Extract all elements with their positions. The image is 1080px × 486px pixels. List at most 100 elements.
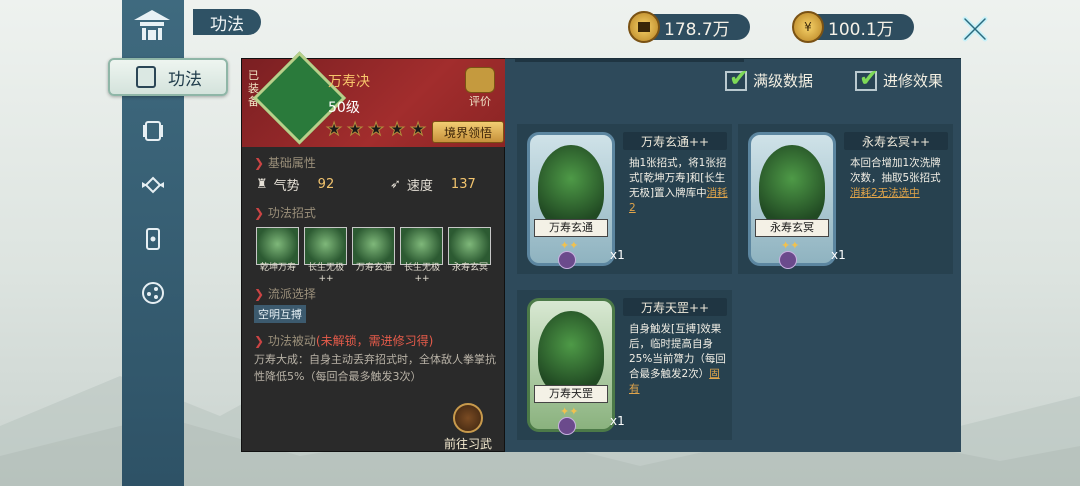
stat-value: 92 (317, 177, 335, 192)
checkbox[interactable]: ✔ (855, 64, 879, 92)
move-plus: ++ (318, 274, 334, 284)
meditating-figure-icon (538, 145, 604, 229)
wings-icon (142, 176, 164, 194)
section-title-school: 流派选择 (254, 285, 316, 302)
realm-insight-button[interactable]: 境界领悟 (432, 121, 504, 143)
arms-raised-figure-icon (759, 145, 825, 229)
card-count: x1 (831, 248, 846, 262)
move-portrait (448, 227, 491, 265)
card-art-name: 永寿玄冥 (755, 219, 829, 237)
boot-icon: ➶ (390, 177, 401, 192)
passive-title-text: 功法被动 (267, 334, 316, 348)
card-count: x1 (610, 248, 625, 262)
stat-label: 速度 (406, 179, 433, 194)
option-max-data[interactable]: ✔ 满级数据 (725, 64, 814, 92)
move-item[interactable]: 长生无极 ++ (304, 227, 347, 284)
card-description: 自身触发[互搏]效果后，临时提高自身25%当前膂力（每回合最多触发2次）固有 (629, 322, 729, 397)
card-title: 万寿天罡++ (623, 298, 727, 316)
option-label: 满级数据 (753, 72, 814, 90)
goto-training-button[interactable]: 前往习武 (438, 403, 498, 451)
option-label: 进修效果 (883, 72, 944, 90)
skill-card[interactable]: 永寿玄冥 ✦✦ x1 永寿玄冥++ 本回合增加1次洗牌次数，抽取5张招式消耗2无… (738, 124, 953, 274)
move-label: 长生无极 (307, 263, 344, 273)
move-item[interactable]: 乾坤万寿 (256, 227, 299, 277)
card-description: 抽1张招式，将1张招式[乾坤万寿]和[长生无极]置入牌库中消耗2 (629, 156, 729, 216)
divider (515, 59, 744, 62)
passive-warning: (未解锁，需进修习得) (315, 334, 434, 348)
card-art: 万寿天罡 ✦✦ (527, 298, 615, 435)
move-portrait (256, 227, 299, 265)
card-link[interactable]: 消耗2无法选中 (850, 187, 920, 199)
skill-level: 50级 (328, 100, 360, 116)
option-advanced-effect[interactable]: ✔ 进修效果 (855, 64, 944, 92)
card-icon (146, 228, 160, 250)
card-art-name: 万寿天罡 (534, 385, 608, 403)
card-stack-icon (143, 121, 163, 141)
cost-icon (558, 251, 576, 269)
card-description: 本回合增加1次洗牌次数，抽取5张招式消耗2无法选中 (850, 156, 950, 201)
skill-header: 已装备 万寿决 50级 ★ ★ ★ ★ ★ 境界领悟 评价 (242, 51, 506, 147)
cost-icon (779, 251, 797, 269)
card-title: 永寿玄冥++ (844, 132, 948, 150)
move-label: 万寿玄通 (355, 263, 392, 273)
currency-silver: 178.7万 (628, 11, 750, 43)
skill-card[interactable]: 万寿天罡 ✦✦ x1 万寿天罡++ 自身触发[互搏]效果后，临时提高自身25%当… (517, 290, 732, 440)
move-item[interactable]: 长生无极 ++ (400, 227, 443, 284)
card-art: 万寿玄通 ✦✦ (527, 132, 615, 269)
card-count: x1 (610, 414, 625, 428)
pavilion-icon[interactable] (128, 4, 176, 44)
section-title-moves: 功法招式 (254, 204, 316, 221)
stat-momentum: ♜ 气势 92 (256, 175, 334, 194)
card-art: 永寿玄冥 ✦✦ (748, 132, 836, 269)
cost-icon (558, 417, 576, 435)
move-item[interactable]: 万寿玄通 (352, 227, 395, 277)
sidebar-tab-label: 功法 (168, 69, 202, 90)
sparkle-icon: ✦✦ (560, 239, 579, 252)
stat-label: 气势 (273, 179, 300, 194)
sparkle-icon: ✦✦ (560, 405, 579, 418)
sidebar-tab-card[interactable] (130, 224, 176, 254)
move-portrait (304, 227, 347, 265)
rate-label: 评价 (469, 95, 491, 108)
move-portrait (352, 227, 395, 265)
currency-value: 178.7万 (664, 19, 730, 40)
page-title: 功法 (193, 9, 261, 35)
check-icon: ✔ (859, 63, 880, 92)
stat-value: 137 (450, 177, 476, 192)
school-tag[interactable]: 空明互搏 (254, 305, 306, 323)
card-desc-text: 本回合增加1次洗牌次数，抽取5张招式 (850, 157, 941, 184)
network-icon (142, 282, 164, 304)
sidebar-tab-cards[interactable] (130, 116, 176, 146)
coin-icon (628, 11, 660, 43)
goto-label: 前往习武 (443, 437, 492, 451)
star-icon: ★ (326, 119, 343, 140)
move-plus: ++ (414, 274, 430, 284)
sidebar-tab-network[interactable] (130, 278, 176, 308)
close-button[interactable] (958, 12, 992, 46)
training-icon (453, 403, 483, 433)
star-icon: ★ (389, 119, 406, 140)
stat-speed: ➶ 速度 137 (390, 175, 476, 194)
gold-coin-icon: ¥ (792, 11, 824, 43)
checkbox[interactable]: ✔ (725, 64, 749, 92)
sidebar-tab-emblem[interactable] (130, 170, 176, 200)
card-art-name: 万寿玄通 (534, 219, 608, 237)
moves-list: 乾坤万寿 长生无极 ++ 万寿玄通 长生无极 ++ 永寿玄冥 (256, 227, 491, 284)
skill-detail-panel: 已装备 万寿决 50级 ★ ★ ★ ★ ★ 境界领悟 评价 基础属性 ♜ 气势 … (241, 51, 506, 452)
section-title-passive: ❯ 功法被动(未解锁，需进修习得) (254, 334, 434, 348)
rate-button[interactable]: 评价 (462, 67, 498, 108)
move-item[interactable]: 永寿玄冥 (448, 227, 491, 277)
fighting-figure-icon (538, 311, 604, 395)
cards-icon (136, 66, 156, 88)
figure-icon: ♜ (256, 177, 268, 192)
star-icon: ★ (347, 119, 364, 140)
skill-stars: ★ ★ ★ ★ ★ (326, 119, 428, 140)
currency-gold: ¥ 100.1万 (792, 11, 914, 43)
chat-bubble-icon (465, 67, 495, 93)
move-portrait (400, 227, 443, 265)
passive-description: 万寿大成：自身主动丢弃招式时，全体敌人拳掌抗性降低5%（每回合最多触发3次） (254, 353, 496, 383)
skill-card[interactable]: 万寿玄通 ✦✦ x1 万寿玄通++ 抽1张招式，将1张招式[乾坤万寿]和[长生无… (517, 124, 732, 274)
move-label: 永寿玄冥 (451, 263, 488, 273)
move-label: 长生无极 (403, 263, 440, 273)
sidebar-tab-skills[interactable]: 功法 (108, 58, 228, 96)
